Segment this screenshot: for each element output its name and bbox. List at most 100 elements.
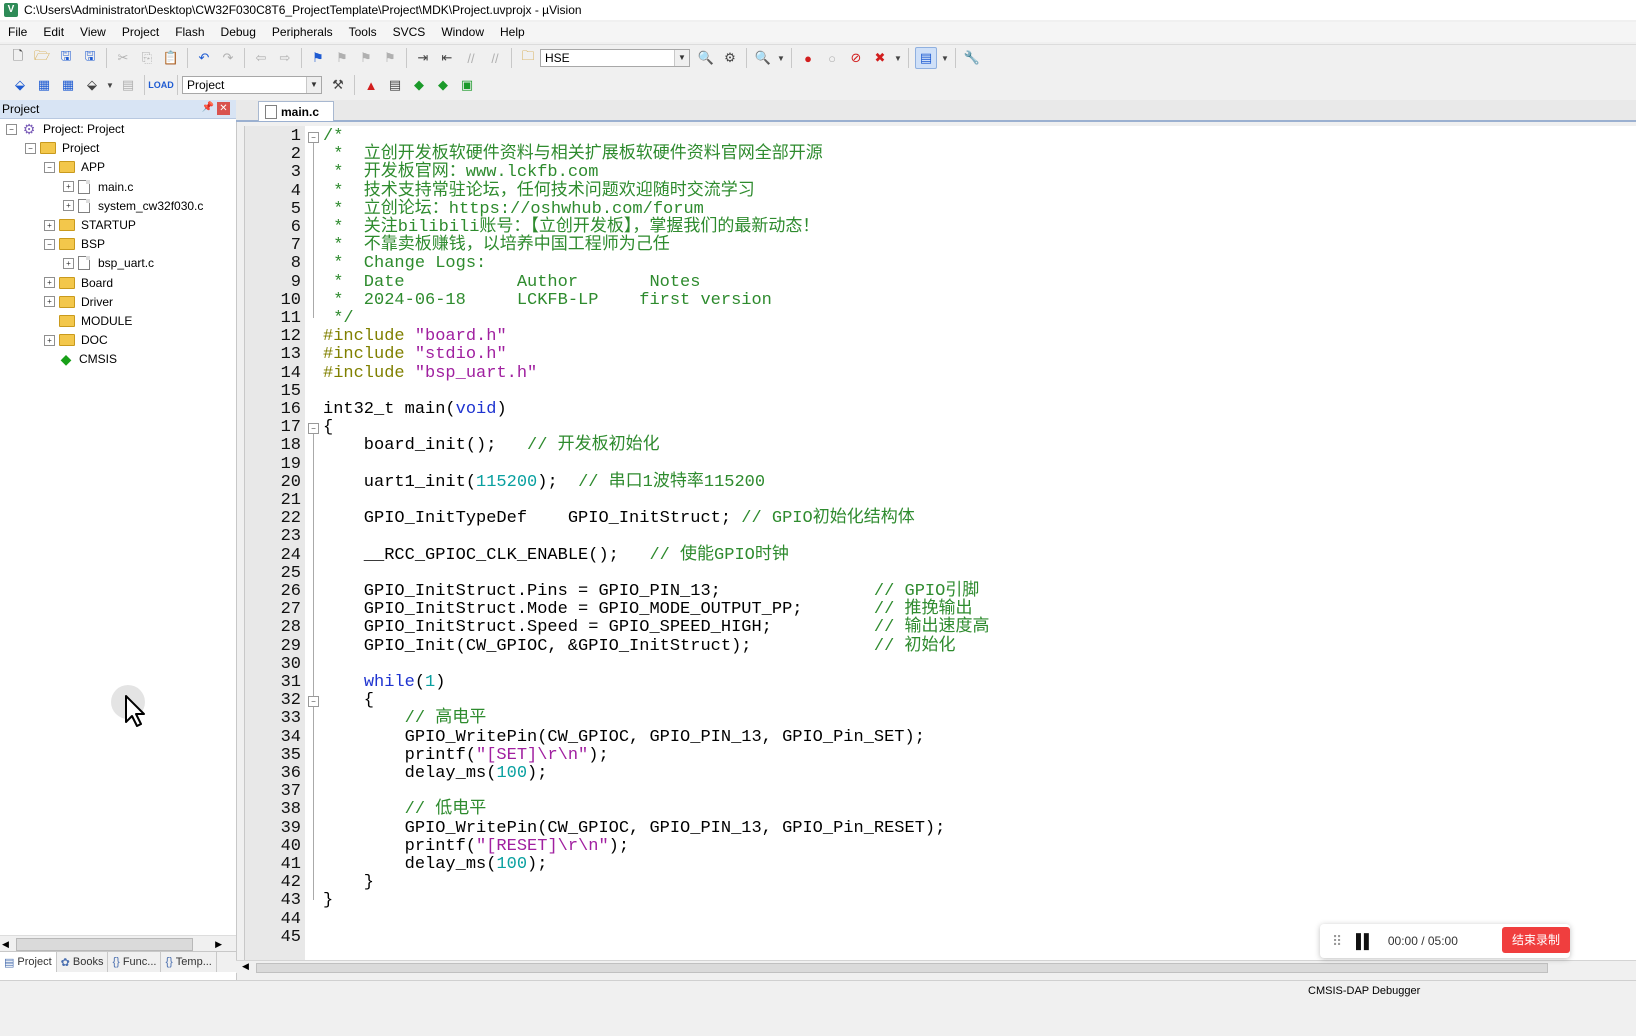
tree-item[interactable]: − Project — [25, 139, 99, 157]
save-all-icon[interactable]: 🖫 — [80, 48, 100, 68]
code-line[interactable]: } — [323, 892, 333, 910]
bookmark-icon[interactable]: ⚑ — [308, 48, 328, 68]
expand-icon[interactable]: + — [44, 219, 55, 231]
batch-build-icon[interactable]: ⬙ — [82, 75, 102, 95]
target-options-icon[interactable]: ⚒ — [328, 75, 348, 95]
menu-peripherals[interactable]: Peripherals — [264, 25, 341, 39]
code-line[interactable]: GPIO_InitStruct.Pins = GPIO_PIN_13; // G… — [323, 583, 980, 601]
collapse-icon[interactable]: − — [6, 123, 17, 135]
menu-project[interactable]: Project — [114, 25, 167, 39]
code-line[interactable]: board_init(); // 开发板初始化 — [323, 437, 660, 455]
tree-item[interactable]: + main.c — [63, 178, 133, 196]
translate-icon[interactable]: ⬙ — [10, 75, 30, 95]
code-editor[interactable]: 1 2 3 4 5 6 7 8 9 10 11 12 13 14 15 16 17 18 19 20 21 22 23 24 2… — [244, 126, 1636, 960]
collapse-icon[interactable]: − — [25, 142, 36, 154]
menu-svcs[interactable]: SVCS — [385, 25, 434, 39]
collapse-icon[interactable]: − — [44, 161, 55, 173]
tab-books[interactable]: ✿ Books — [57, 952, 109, 972]
menu-edit[interactable]: Edit — [35, 25, 72, 39]
collapse-icon[interactable]: − — [308, 696, 319, 708]
build-icon[interactable]: ▦ — [34, 75, 54, 95]
find-in-files-icon[interactable]: 🗀 — [518, 48, 538, 68]
debug-session-icon[interactable]: 🔍 — [753, 48, 773, 68]
tree-item[interactable]: + Driver — [44, 293, 113, 311]
unindent-icon[interactable]: ⇤ — [437, 48, 457, 68]
chevron-down-icon[interactable]: ▼ — [894, 48, 902, 68]
collapse-icon[interactable]: − — [308, 423, 319, 435]
uncomment-icon[interactable]: // — [485, 48, 505, 68]
code-line[interactable]: uart1_init(115200); // 串口1波特率115200 — [323, 473, 765, 492]
breakpoint-icon[interactable]: ● — [798, 48, 818, 68]
kill-breakpoints-icon[interactable]: ✖ — [870, 48, 890, 68]
code-line[interactable]: printf("[SET]\r\n"); — [323, 746, 609, 765]
pack-installer-icon[interactable]: ▣ — [457, 75, 477, 95]
cut-icon[interactable]: ✂ — [113, 48, 133, 68]
menu-debug[interactable]: Debug — [213, 25, 264, 39]
editor-hscrollbar[interactable]: ◀ — [236, 960, 1636, 973]
code-line[interactable]: printf("[RESET]\r\n"); — [323, 837, 629, 856]
drag-handle-icon[interactable]: ⠿ — [1332, 933, 1346, 950]
download-icon[interactable]: LOAD — [148, 75, 174, 95]
scroll-thumb[interactable] — [16, 938, 193, 951]
code-line[interactable]: * Change Logs: — [323, 255, 486, 273]
code-line[interactable]: delay_ms(100); — [323, 856, 548, 874]
code-line[interactable]: #include "board.h" — [323, 328, 507, 346]
tab-project[interactable]: ▤ Project — [0, 952, 57, 972]
tree-item[interactable]: − BSP — [44, 235, 105, 253]
menu-help[interactable]: Help — [492, 25, 533, 39]
new-file-icon[interactable]: 🗋 — [8, 48, 28, 68]
configure-icon[interactable]: 🔧 — [962, 48, 982, 68]
menu-view[interactable]: View — [72, 25, 114, 39]
collapse-icon[interactable]: − — [308, 132, 319, 143]
chevron-down-icon[interactable]: ▼ — [106, 75, 114, 95]
collapse-icon[interactable]: − — [44, 238, 55, 250]
tab-main-c[interactable]: main.c — [258, 101, 335, 121]
rebuild-icon[interactable]: ▦ — [58, 75, 78, 95]
clear-bookmarks-icon[interactable]: ⚑ — [380, 48, 400, 68]
scroll-thumb[interactable] — [256, 963, 1548, 973]
code-line[interactable]: } — [323, 874, 374, 892]
chevron-down-icon[interactable]: ▼ — [674, 50, 689, 66]
code-line[interactable]: * 2024-06-18 LCKFB-LP first version — [323, 291, 772, 310]
manage-multi-project-icon[interactable]: ▤ — [385, 75, 405, 95]
code-line[interactable]: GPIO_WritePin(CW_GPIOC, GPIO_PIN_13, GPI… — [323, 728, 925, 747]
code-line[interactable]: // 高电平 — [323, 710, 487, 728]
redo-icon[interactable]: ↷ — [218, 48, 238, 68]
tree-item[interactable]: ◆ CMSIS — [44, 350, 117, 368]
code-line[interactable]: * 立创开发板软硬件资料与相关扩展板软硬件资料官网全部开源 — [323, 146, 823, 164]
expand-icon[interactable]: + — [63, 200, 74, 212]
tree-item[interactable]: − ⚙ Project: Project — [6, 120, 124, 138]
chevron-down-icon[interactable]: ▼ — [777, 48, 785, 68]
scroll-right-icon[interactable]: ▶ — [215, 939, 222, 950]
menu-flash[interactable]: Flash — [167, 25, 212, 39]
incremental-find-icon[interactable]: ⚙ — [720, 48, 740, 68]
code-line[interactable]: delay_ms(100); — [323, 765, 548, 783]
prev-bookmark-icon[interactable]: ⚑ — [332, 48, 352, 68]
menu-file[interactable]: File — [0, 25, 35, 39]
chevron-down-icon[interactable]: ▼ — [941, 48, 949, 68]
code-line[interactable]: * 关注bilibili账号：【立创开发板】，掌握我们的最新动态！ — [323, 219, 819, 237]
tree-item[interactable]: MODULE — [44, 312, 132, 330]
tree-item[interactable]: − APP — [44, 158, 105, 176]
paste-icon[interactable]: 📋 — [161, 48, 181, 68]
code-line[interactable]: GPIO_WritePin(CW_GPIOC, GPIO_PIN_13, GPI… — [323, 819, 946, 838]
code-line[interactable]: GPIO_InitStruct.Speed = GPIO_SPEED_HIGH;… — [323, 619, 990, 637]
code-line[interactable]: while(1) — [323, 674, 446, 692]
code-line[interactable]: * 立创论坛：https://oshwhub.com/forum — [323, 200, 704, 219]
scroll-left-icon[interactable]: ◀ — [242, 961, 249, 972]
expand-icon[interactable]: + — [44, 277, 55, 289]
code-line[interactable]: */ — [323, 310, 353, 328]
chevron-down-icon[interactable]: ▼ — [306, 77, 321, 93]
close-icon[interactable]: ✕ — [217, 102, 230, 115]
tree-item[interactable]: + bsp_uart.c — [63, 254, 154, 272]
code-line[interactable]: GPIO_Init(CW_GPIOC, &GPIO_InitStruct); /… — [323, 637, 956, 656]
scroll-left-icon[interactable]: ◀ — [2, 939, 9, 950]
code-line[interactable]: #include "stdio.h" — [323, 346, 507, 364]
expand-icon[interactable]: + — [44, 296, 55, 308]
code-line[interactable]: * 开发板官网：www.lckfb.com — [323, 164, 598, 182]
target-combo[interactable]: Project ▼ — [182, 76, 322, 94]
select-packs-icon[interactable]: ◆ — [433, 75, 453, 95]
next-bookmark-icon[interactable]: ⚑ — [356, 48, 376, 68]
find-combo[interactable]: HSE ▼ — [540, 49, 690, 67]
tab-templates[interactable]: {} Temp... — [161, 952, 217, 972]
